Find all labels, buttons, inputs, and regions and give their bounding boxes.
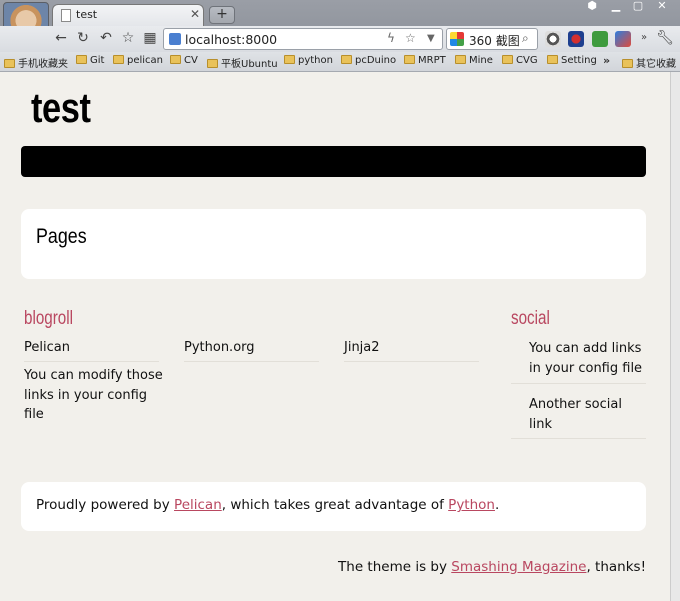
more-extensions-icon[interactable]: » <box>635 32 653 43</box>
search-engine-label: 360 截图 <box>469 34 520 48</box>
credit-prefix: The theme is by <box>338 559 452 575</box>
flag-extension-icon[interactable] <box>568 31 584 47</box>
bookmark-folder[interactable]: CVG <box>502 55 538 66</box>
blogroll-link-config[interactable]: You can modify those links in your confi… <box>24 366 166 425</box>
theme-credit: The theme is by Smashing Magazine, thank… <box>338 559 646 575</box>
bookmarks-overflow[interactable]: » <box>603 54 610 67</box>
search-icon[interactable]: ⌕ <box>522 31 529 46</box>
folder-icon <box>502 55 513 64</box>
close-window-button[interactable]: ✕ <box>652 0 672 12</box>
maximize-button[interactable]: ▢ <box>628 0 648 12</box>
folder-icon <box>284 55 295 64</box>
bookmark-folder[interactable]: Mine <box>455 55 493 66</box>
bookmark-folder[interactable]: 其它收藏 <box>622 55 676 70</box>
address-bar[interactable]: localhost:8000 ϟ ☆ ▼ <box>163 28 443 50</box>
star-icon[interactable]: ☆ <box>119 30 137 46</box>
search-engine-box[interactable]: 360 截图 ⌕ <box>446 28 538 50</box>
bookmark-folder[interactable]: CV <box>170 55 198 66</box>
credit-suffix: , thanks! <box>586 559 646 575</box>
site-title[interactable]: test <box>31 84 91 132</box>
browser-toolbar: ← ↻ ↶ ☆ ▦ localhost:8000 ϟ ☆ ▼ 360 截图 ⌕ … <box>0 26 680 52</box>
search-engine-logo-icon <box>450 32 464 46</box>
bookmark-folder[interactable]: 手机收藏夹 <box>4 55 68 70</box>
footer-suffix: . <box>494 497 500 513</box>
bookmark-star-icon[interactable]: ☆ <box>405 31 416 45</box>
bookmark-folder[interactable]: 平板Ubuntu <box>207 55 278 70</box>
blogroll-heading: blogroll <box>24 308 74 329</box>
blogroll-link-python[interactable]: Python.org <box>184 338 255 358</box>
bookmark-folder[interactable]: Setting <box>547 55 597 66</box>
lightning-icon[interactable]: ϟ <box>387 31 395 45</box>
translate-extension-icon[interactable] <box>615 31 631 47</box>
pelican-link[interactable]: Pelican <box>174 497 222 513</box>
footer-box: Proudly powered by Pelican, which takes … <box>21 482 646 531</box>
scrollbar[interactable] <box>670 72 680 601</box>
divider <box>344 361 479 362</box>
pages-heading: Pages <box>36 225 87 248</box>
bookmark-folder[interactable]: MRPT <box>404 55 446 66</box>
apps-grid-icon[interactable]: ▦ <box>141 30 159 46</box>
folder-icon <box>170 55 181 64</box>
footer-prefix: Proudly powered by <box>36 497 175 513</box>
smashing-magazine-link[interactable]: Smashing Magazine <box>451 559 586 575</box>
folder-icon <box>76 55 87 64</box>
folder-icon <box>4 59 15 68</box>
folder-icon <box>404 55 415 64</box>
blogroll-link-pelican[interactable]: Pelican <box>24 338 70 358</box>
divider <box>24 361 159 362</box>
bookmark-folder[interactable]: Git <box>76 55 104 66</box>
pin-icon[interactable]: ⬢ <box>582 0 602 12</box>
url-text[interactable]: localhost:8000 <box>185 32 277 47</box>
bookmark-folder[interactable]: python <box>284 55 333 66</box>
divider <box>511 438 646 439</box>
python-link[interactable]: Python <box>448 497 495 513</box>
bookmarks-bar: 手机收藏夹 Git pelican CV 平板Ubuntu python pcD… <box>0 52 680 72</box>
undo-icon[interactable]: ↶ <box>97 30 115 46</box>
folder-icon <box>113 55 124 64</box>
browser-tab[interactable]: test ✕ <box>52 4 204 26</box>
dropdown-icon[interactable]: ▼ <box>427 33 435 44</box>
wrench-icon[interactable]: 🔧︎ <box>656 30 674 46</box>
divider <box>511 383 646 384</box>
reload-icon[interactable]: ↻ <box>74 30 92 46</box>
bookmark-folder[interactable]: pelican <box>113 55 163 66</box>
social-link-config[interactable]: You can add links in your config file <box>529 339 647 378</box>
bookmark-folder[interactable]: pcDuino <box>341 55 396 66</box>
tab-title: test <box>76 8 98 21</box>
green-extension-icon[interactable] <box>592 31 608 47</box>
page-content: test Pages blogroll Pelican Python.org J… <box>0 72 670 601</box>
close-icon[interactable]: ✕ <box>190 7 200 21</box>
folder-icon <box>207 59 218 68</box>
security-shield-icon <box>169 33 181 45</box>
blogroll-link-jinja2[interactable]: Jinja2 <box>344 338 380 358</box>
folder-icon <box>547 55 558 64</box>
back-icon[interactable]: ← <box>52 30 70 46</box>
minimize-button[interactable]: ▁ <box>606 0 626 12</box>
divider <box>184 361 319 362</box>
folder-icon <box>341 55 352 64</box>
folder-icon <box>622 59 633 68</box>
folder-icon <box>455 55 466 64</box>
record-extension-icon[interactable] <box>545 31 561 47</box>
social-link-another[interactable]: Another social link <box>529 395 647 434</box>
pages-section: Pages <box>21 209 646 279</box>
page-icon <box>61 9 71 22</box>
footer-middle: , which takes great advantage of <box>221 497 449 513</box>
menu-bar <box>21 146 646 177</box>
footer-text: Proudly powered by Pelican, which takes … <box>36 497 499 513</box>
social-heading: social <box>511 308 550 329</box>
new-tab-button[interactable]: + <box>209 6 235 24</box>
